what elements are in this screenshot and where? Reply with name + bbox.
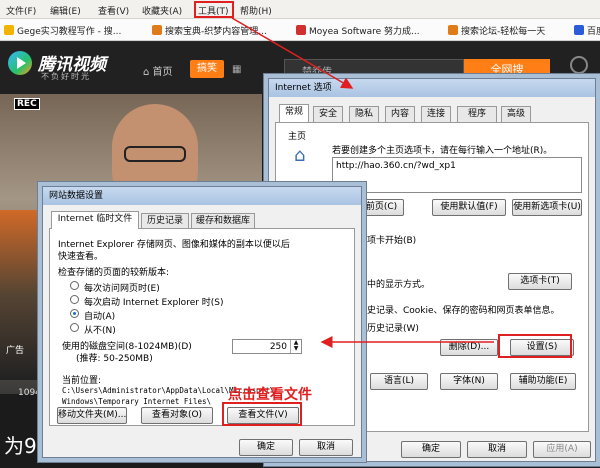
menu-edit[interactable]: 编辑(E): [50, 4, 81, 17]
tab-general[interactable]: 常规: [279, 104, 309, 122]
tab-temp-files[interactable]: Internet 临时文件: [51, 211, 139, 229]
tools-highlight: [194, 1, 234, 18]
tab-cache[interactable]: 缓存和数据库: [191, 213, 255, 229]
favorite-2[interactable]: 搜索宝典-织梦内容管理...: [152, 24, 267, 37]
dialog-title: Internet 选项: [269, 79, 595, 97]
website-data-ok-button[interactable]: 确定: [239, 439, 293, 456]
video-person-glasses: [124, 146, 186, 162]
homepage-url: http://hao.360.cn/?wd_xp1: [336, 161, 456, 171]
ok-button[interactable]: 确定: [401, 441, 461, 458]
tab-advanced[interactable]: 高级: [501, 106, 531, 122]
option-never: 从不(N): [84, 326, 116, 336]
location-path-2: Windows\Temporary Internet Files\: [62, 397, 212, 406]
favorite-5[interactable]: 百度: [574, 24, 600, 37]
radio-every-start[interactable]: [70, 295, 79, 304]
apply-button[interactable]: 应用(A): [533, 441, 591, 458]
use-new-tab-button[interactable]: 使用新选项卡(U): [512, 199, 582, 216]
tab-connections[interactable]: 连接: [421, 106, 451, 122]
tencent-video-logo-icon: [8, 51, 32, 75]
view-count: 1094: [18, 388, 41, 398]
accessibility-button[interactable]: 辅助功能(E): [510, 373, 576, 390]
check-label: 检查存储的页面的较新版本:: [58, 268, 170, 278]
homepage-hint: 若要创建多个主页选项卡，请在每行输入一个地址(R)。: [332, 146, 553, 156]
tab-security[interactable]: 安全: [313, 106, 343, 122]
location-label: 当前位置:: [62, 376, 102, 386]
website-data-title: 网站数据设置: [43, 187, 361, 205]
tabs-text: 卡中的显示方式。: [358, 280, 431, 290]
favorites-bar: Gege实习教程写作 - 搜... 搜索宝典-织梦内容管理... Moyea S…: [0, 19, 600, 41]
menu-help[interactable]: 帮助(H): [240, 4, 272, 17]
nav-funny[interactable]: 搞笑: [190, 60, 224, 78]
view-objects-button[interactable]: 查看对象(O): [141, 407, 213, 424]
font-button[interactable]: 字体(N): [440, 373, 498, 390]
use-default-button[interactable]: 使用默认值(F): [432, 199, 506, 216]
option-every-visit: 每次访问网页时(E): [84, 284, 160, 294]
favorite-3[interactable]: Moyea Software 努力成...: [296, 24, 420, 37]
radio-every-visit[interactable]: [70, 281, 79, 290]
tabs-button[interactable]: 选项卡(T): [508, 273, 572, 290]
view-files-highlight: [222, 402, 302, 426]
homepage-label: 主页: [288, 132, 307, 142]
menu-favorites[interactable]: 收藏夹(A): [142, 4, 182, 17]
language-button[interactable]: 语言(L): [370, 373, 428, 390]
annotation-text: 点击查看文件: [228, 387, 312, 403]
site-slogan: 不负好时光: [41, 72, 91, 81]
radio-never[interactable]: [70, 323, 79, 332]
option-every-start: 每次启动 Internet Explorer 时(S): [84, 298, 224, 308]
disk-space-hint: (推荐: 50-250MB): [76, 354, 153, 364]
cancel-button[interactable]: 取消: [467, 441, 527, 458]
delete-button[interactable]: 删除(D)...: [440, 339, 498, 356]
move-folder-button[interactable]: 移动文件夹(M)...: [57, 407, 127, 424]
disk-space-stepper[interactable]: 250 ▲ ▼: [232, 339, 302, 354]
history-sub: 览历史记录(W): [358, 324, 419, 334]
stepper-arrows-icon[interactable]: ▲ ▼: [290, 340, 301, 353]
disk-space-value: 250: [269, 342, 287, 352]
tab-privacy[interactable]: 隐私: [349, 106, 379, 122]
menu-bar: 文件(F) 编辑(E) 查看(V) 收藏夹(A) 工具(T) 帮助(H): [0, 0, 600, 19]
site-search-text: 楚乔传: [302, 67, 332, 78]
ad-label: 广告: [6, 346, 25, 356]
grid-icon[interactable]: ▦: [232, 64, 241, 75]
home-icon: ⌂: [294, 145, 306, 166]
favorite-1[interactable]: Gege实习教程写作 - 搜...: [4, 24, 121, 37]
user-icon[interactable]: [570, 56, 588, 74]
radio-auto[interactable]: [70, 309, 79, 318]
favorite-4[interactable]: 搜索论坛-轻松每一天: [448, 24, 545, 37]
option-auto: 自动(A): [84, 312, 116, 322]
tab-programs[interactable]: 程序: [457, 106, 497, 122]
tab-history[interactable]: 历史记录: [141, 213, 189, 229]
website-data-dialog: 网站数据设置 Internet 临时文件 历史记录 缓存和数据库 Interne…: [42, 186, 362, 458]
menu-view[interactable]: 查看(V): [98, 4, 129, 17]
menu-file[interactable]: 文件(F): [6, 4, 36, 17]
tab-content[interactable]: 内容: [385, 106, 415, 122]
settings-highlight: [498, 334, 572, 358]
homepage-textarea[interactable]: http://hao.360.cn/?wd_xp1: [332, 157, 582, 193]
page-bottom-text: 为9: [4, 434, 37, 458]
history-text: 历史记录、Cookie、保存的密码和网页表单信息。: [358, 306, 560, 316]
startup-text: 选项卡开始(B): [358, 236, 417, 246]
website-data-cancel-button[interactable]: 取消: [299, 439, 353, 456]
rec-badge: REC: [14, 98, 40, 110]
desc-line-2: 快速查看。: [58, 252, 104, 262]
nav-home[interactable]: ⌂ 首页: [143, 63, 173, 78]
